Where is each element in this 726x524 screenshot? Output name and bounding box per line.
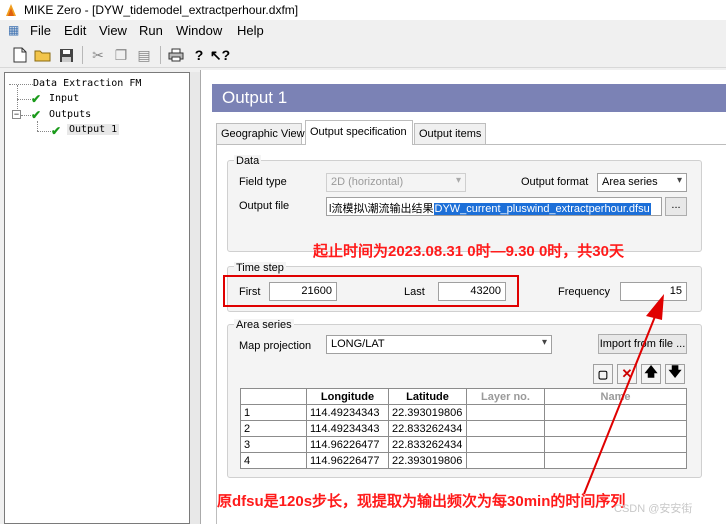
cell-latitude[interactable]: 22.393019806 — [388, 404, 467, 421]
tree-item-outputs[interactable]: Outputs — [49, 109, 91, 120]
tree-item-input[interactable]: Input — [49, 93, 79, 104]
project-tree: Data Extraction FM ✔ Input − ✔ Outputs ✔… — [4, 72, 190, 524]
cell-layer-no[interactable] — [466, 404, 545, 421]
row-index: 4 — [240, 452, 307, 469]
copy-icon[interactable]: ❐ — [111, 45, 131, 65]
time-step-label: Time step — [234, 262, 286, 274]
toolbar: ✂ ❐ ▤ ? ↖? — [0, 41, 726, 68]
map-projection-select[interactable]: LONG/LAT ▾ — [326, 335, 552, 354]
new-file-icon[interactable] — [10, 45, 30, 65]
output-file-label: Output file — [239, 200, 290, 212]
row-index: 3 — [240, 436, 307, 453]
menu-help[interactable]: Help — [237, 23, 264, 38]
open-folder-icon[interactable] — [33, 45, 53, 65]
chevron-down-icon: ▾ — [676, 175, 682, 186]
field-type-select: 2D (horizontal) ▾ — [326, 173, 466, 192]
cell-longitude[interactable]: 114.49234343 — [306, 404, 389, 421]
browse-button[interactable]: ... — [665, 197, 687, 216]
cut-icon[interactable]: ✂ — [88, 45, 108, 65]
outputs-check-icon: ✔ — [31, 108, 42, 122]
row-index: 2 — [240, 420, 307, 437]
context-help-icon[interactable]: ↖? — [210, 45, 230, 65]
data-group-label: Data — [234, 155, 262, 167]
watermark: CSDN @安安街 — [614, 503, 693, 515]
chevron-down-icon: ▾ — [541, 337, 547, 348]
tab-geographic-view[interactable]: Geographic View — [216, 123, 305, 144]
cell-layer-no[interactable] — [466, 420, 545, 437]
first-time-step-input[interactable]: 21600 — [269, 282, 337, 301]
annotation-time-range: 起止时间为2023.08.31 0时—9.30 0时，共30天 — [313, 243, 624, 260]
output-file-path: l流模拟\潮流输出结果 — [329, 203, 434, 215]
tab-output-specification[interactable]: Output specification — [305, 120, 413, 145]
output-file-name: DYW_current_pluswind_extractperhour.dfsu — [433, 203, 651, 215]
print-icon[interactable] — [166, 45, 186, 65]
menu-view[interactable]: View — [99, 23, 127, 38]
menu-run[interactable]: Run — [139, 23, 163, 38]
paste-icon[interactable]: ▤ — [134, 45, 154, 65]
chevron-down-icon: ▾ — [455, 175, 461, 186]
last-label: Last — [404, 286, 425, 298]
output-file-field[interactable]: l流模拟\潮流输出结果DYW_current_pluswind_extractp… — [326, 197, 662, 216]
table-corner — [240, 388, 307, 405]
cell-longitude[interactable]: 114.96226477 — [306, 436, 389, 453]
tree-root-data-extraction[interactable]: Data Extraction FM — [33, 78, 141, 89]
area-series-label: Area series — [234, 319, 294, 331]
mike-zero-app-icon — [6, 4, 16, 16]
column-header-longitude[interactable]: Longitude — [306, 388, 389, 405]
menu-file[interactable]: File — [30, 23, 51, 38]
collapse-icon[interactable]: − — [12, 110, 21, 119]
cell-layer-no[interactable] — [466, 436, 545, 453]
cell-layer-no[interactable] — [466, 452, 545, 469]
document-icon[interactable]: ▦ — [8, 23, 19, 37]
menu-bar: ▦ File Edit View Run Window Help — [0, 20, 726, 41]
output1-check-icon: ✔ — [51, 124, 62, 138]
help-icon[interactable]: ? — [189, 45, 209, 65]
annotation-arrow — [583, 294, 664, 495]
output-format-label: Output format — [521, 176, 589, 188]
input-check-icon: ✔ — [31, 92, 42, 106]
first-label: First — [239, 286, 261, 298]
menu-edit[interactable]: Edit — [64, 23, 86, 38]
column-header-layer-no[interactable]: Layer no. — [466, 388, 545, 405]
pane-splitter[interactable] — [190, 72, 200, 524]
cell-latitude[interactable]: 22.393019806 — [388, 452, 467, 469]
field-type-value: 2D (horizontal) — [331, 176, 404, 188]
page-header: Output 1 — [212, 84, 726, 112]
cell-latitude[interactable]: 22.833262434 — [388, 436, 467, 453]
menu-window[interactable]: Window — [176, 23, 222, 38]
title-bar: MIKE Zero - [DYW_tidemodel_extractperhou… — [0, 0, 726, 20]
tree-item-output-1[interactable]: Output 1 — [67, 124, 120, 135]
field-type-label: Field type — [239, 176, 287, 188]
annotation-frequency-note: 原dfsu是120s步长，现提取为输出频次为每30min的时间序列 — [217, 493, 626, 510]
cell-longitude[interactable]: 114.96226477 — [306, 452, 389, 469]
row-index: 1 — [240, 404, 307, 421]
page-title: Output 1 — [222, 88, 288, 107]
window-title: MIKE Zero - [DYW_tidemodel_extractperhou… — [24, 3, 299, 17]
column-header-latitude[interactable]: Latitude — [388, 388, 467, 405]
last-time-step-input[interactable]: 43200 — [438, 282, 506, 301]
output-format-value: Area series — [602, 176, 658, 188]
output-format-select[interactable]: Area series ▾ — [597, 173, 687, 192]
cell-latitude[interactable]: 22.833262434 — [388, 420, 467, 437]
tab-output-items[interactable]: Output items — [414, 123, 486, 144]
cell-longitude[interactable]: 114.49234343 — [306, 420, 389, 437]
save-icon[interactable] — [56, 45, 76, 65]
map-projection-value: LONG/LAT — [331, 338, 385, 350]
map-projection-label: Map projection — [239, 340, 312, 352]
